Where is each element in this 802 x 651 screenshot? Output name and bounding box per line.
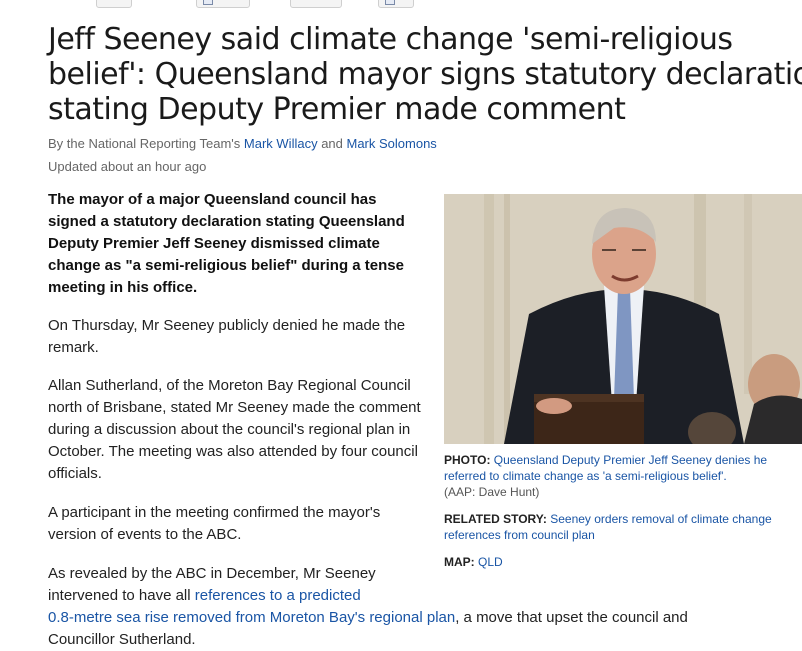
byline-and: and bbox=[317, 136, 347, 151]
photo-illustration bbox=[444, 194, 802, 444]
paragraph-2: On Thursday, Mr Seeney publicly denied h… bbox=[48, 317, 406, 356]
print-icon bbox=[385, 0, 395, 5]
map-link-qld[interactable]: QLD bbox=[475, 555, 503, 569]
share-tab[interactable] bbox=[378, 0, 414, 8]
article-headline: Jeff Seeney said climate change 'semi-re… bbox=[48, 22, 802, 127]
photo-caption-link[interactable]: referred to climate change as 'a semi-re… bbox=[444, 469, 727, 483]
paragraph-4: A participant in the meeting confirmed t… bbox=[48, 504, 381, 543]
photo-caption: PHOTO: Queensland Deputy Premier Jeff Se… bbox=[444, 452, 802, 500]
headline-line: Jeff Seeney said climate change 'semi-re… bbox=[48, 22, 733, 57]
byline: By the National Reporting Team's Mark Wi… bbox=[48, 136, 437, 151]
lead-paragraph: The mayor of a major Queensland council … bbox=[48, 191, 405, 296]
article-photo[interactable] bbox=[444, 194, 802, 444]
related-story-line: references from council plan bbox=[444, 527, 802, 543]
updated-timestamp: Updated about an hour ago bbox=[48, 159, 207, 174]
related-story: RELATED STORY: Seeney orders removal of … bbox=[444, 511, 802, 543]
photo-caption-line: referred to climate change as 'a semi-re… bbox=[444, 468, 802, 484]
paragraph-5-text: , a move that upset the council and bbox=[455, 609, 688, 626]
share-toolbar-fragment bbox=[0, 0, 802, 10]
author-link-mark-willacy[interactable]: Mark Willacy bbox=[244, 136, 318, 151]
related-story-link[interactable]: Seeney orders removal of climate change bbox=[547, 512, 771, 526]
paragraph-3: Allan Sutherland, of the Moreton Bay Reg… bbox=[48, 377, 421, 482]
author-link-mark-solomons[interactable]: Mark Solomons bbox=[347, 136, 437, 151]
photo-caption-line: PHOTO: Queensland Deputy Premier Jeff Se… bbox=[444, 452, 802, 468]
headline-line: stating Deputy Premier made comment bbox=[48, 92, 626, 127]
photo-credit: (AAP: Dave Hunt) bbox=[444, 485, 540, 499]
map-link-block: MAP: QLD bbox=[444, 554, 802, 570]
paragraph-5-line: intervened to have all references to a p… bbox=[48, 585, 802, 607]
paragraph-5-text: intervened to have all bbox=[48, 587, 195, 604]
paragraph-5: As revealed by the ABC in December, Mr S… bbox=[48, 563, 802, 651]
share-tab[interactable] bbox=[96, 0, 132, 8]
share-tab[interactable] bbox=[290, 0, 342, 8]
headline-line: belief': Queensland mayor signs statutor… bbox=[48, 57, 802, 92]
related-story-link[interactable]: references from council plan bbox=[444, 528, 595, 542]
map-label: MAP: bbox=[444, 555, 475, 569]
related-story-line: RELATED STORY: Seeney orders removal of … bbox=[444, 511, 802, 527]
facebook-icon bbox=[203, 0, 213, 5]
photo-caption-link[interactable]: Queensland Deputy Premier Jeff Seeney de… bbox=[490, 453, 767, 467]
share-tab[interactable] bbox=[196, 0, 250, 8]
sea-rise-link[interactable]: references to a predicted bbox=[195, 587, 361, 604]
paragraph-5-line: 0.8-metre sea rise removed from Moreton … bbox=[48, 607, 802, 629]
related-story-label: RELATED STORY: bbox=[444, 512, 547, 526]
photo-label: PHOTO: bbox=[444, 453, 491, 467]
sea-rise-link[interactable]: 0.8-metre sea rise removed from Moreton … bbox=[48, 609, 455, 626]
byline-prefix: By the National Reporting Team's bbox=[48, 136, 244, 151]
